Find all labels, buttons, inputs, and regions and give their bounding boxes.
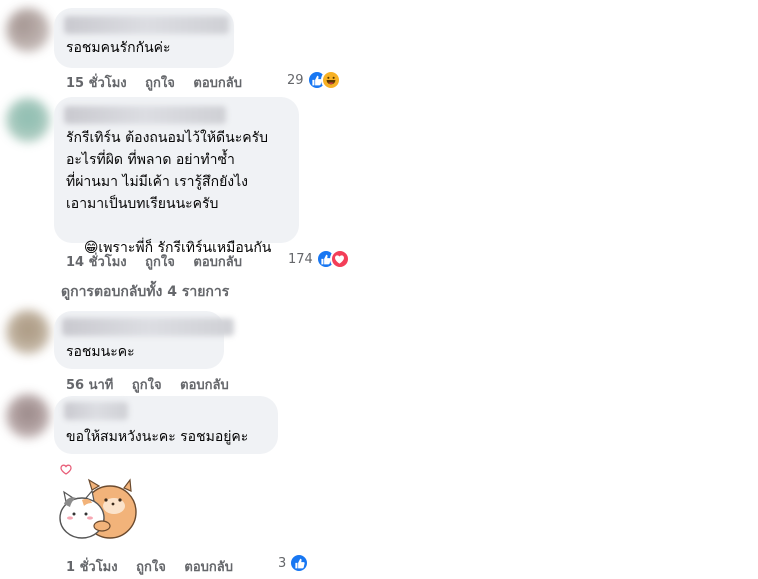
author-name-blurred[interactable] — [64, 16, 229, 34]
avatar[interactable] — [6, 8, 50, 52]
like-link[interactable]: ถูกใจ — [136, 556, 166, 577]
avatar[interactable] — [6, 394, 50, 438]
comment-time[interactable]: 14 ชั่วโมง — [66, 251, 127, 272]
comment-actions: 14 ชั่วโมง ถูกใจ ตอบกลับ — [66, 251, 242, 272]
comment-text: รอชมนะคะ — [66, 344, 135, 360]
reply-link[interactable]: ตอบกลับ — [193, 72, 242, 93]
comment-text: ขอให้สมหวังนะคะ รอชมอยู่คะ — [66, 429, 249, 445]
comment-text-line: เอามาเป็นบทเรียนนะครับ — [66, 196, 219, 212]
comment-text-line: รักรีเทิร์น ต้องถนอมไว้ให้ดีนะครับ — [66, 130, 269, 146]
reaction-count: 29 — [287, 72, 304, 88]
comment-actions: 56 นาที ถูกใจ ตอบกลับ — [66, 374, 229, 395]
reaction-summary[interactable]: 174 — [288, 249, 350, 269]
comment-time[interactable]: 56 นาที — [66, 374, 113, 395]
avatar[interactable] — [6, 98, 50, 142]
comment-time[interactable]: 1 ชั่วโมง — [66, 556, 118, 577]
like-link[interactable]: ถูกใจ — [145, 72, 175, 93]
cat-and-dog-hug-sticker[interactable] — [52, 460, 142, 544]
haha-icon — [320, 70, 341, 90]
view-all-replies-link[interactable]: ดูการตอบกลับทั้ง 4 รายการ — [61, 281, 229, 303]
like-link[interactable]: ถูกใจ — [132, 374, 162, 395]
author-name-blurred[interactable] — [64, 106, 226, 124]
like-icon — [289, 553, 310, 573]
comment-actions: 15 ชั่วโมง ถูกใจ ตอบกลับ — [66, 72, 242, 93]
reaction-summary[interactable]: 3 — [278, 553, 310, 573]
author-name-blurred[interactable] — [64, 402, 128, 420]
reaction-summary[interactable]: 29 — [287, 70, 341, 90]
like-link[interactable]: ถูกใจ — [145, 251, 175, 272]
love-icon — [329, 249, 350, 269]
comment-time[interactable]: 15 ชั่วโมง — [66, 72, 127, 93]
reply-link[interactable]: ตอบกลับ — [180, 374, 229, 395]
comment-text: รอชมคนรักกันค่ะ — [66, 40, 171, 56]
comment-actions: 1 ชั่วโมง ถูกใจ ตอบกลับ — [66, 556, 233, 577]
avatar[interactable] — [6, 310, 50, 354]
comment-text-line: อะไรที่ผิด ที่พลาด อย่าทำซ้ำ — [66, 152, 235, 168]
reaction-count: 3 — [278, 555, 287, 571]
reply-link[interactable]: ตอบกลับ — [193, 251, 242, 272]
reaction-count: 174 — [288, 251, 313, 267]
reply-link[interactable]: ตอบกลับ — [184, 556, 233, 577]
comment-text-line: ที่ผ่านมา ไม่มีเค้า เรารู้สึกยังไง — [66, 174, 248, 190]
author-name-blurred[interactable] — [62, 318, 234, 336]
